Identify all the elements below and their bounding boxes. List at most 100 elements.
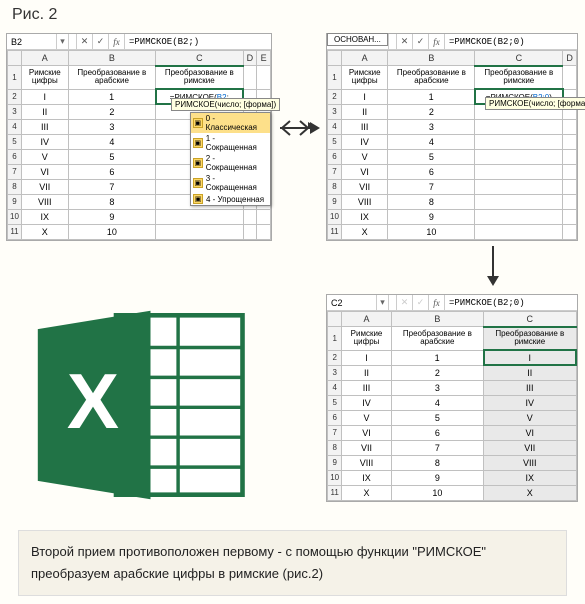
cell[interactable]: 10 xyxy=(391,485,483,500)
cell[interactable]: VII xyxy=(342,440,391,455)
cell[interactable]: VIII xyxy=(484,455,576,470)
cell[interactable]: II xyxy=(21,104,68,119)
cell[interactable]: VII xyxy=(484,440,576,455)
row-header[interactable]: 10 xyxy=(8,209,22,224)
cell[interactable]: 9 xyxy=(391,470,483,485)
cell[interactable]: IX xyxy=(342,470,391,485)
row-header[interactable]: 3 xyxy=(328,365,342,380)
col-header-c[interactable]: C xyxy=(475,51,563,66)
spreadsheet-grid-2[interactable]: A B C D 1 Римские цифры Преобразование в… xyxy=(327,50,577,240)
col-header-d[interactable]: D xyxy=(563,51,577,66)
table-header-cell[interactable]: Римские цифры xyxy=(341,66,387,90)
name-box[interactable]: B2 xyxy=(7,34,57,49)
row-header[interactable]: 10 xyxy=(328,470,342,485)
row-header[interactable]: 2 xyxy=(8,89,22,104)
name-box[interactable]: C2 xyxy=(327,295,377,310)
row-header[interactable]: 6 xyxy=(328,149,342,164)
cell[interactable]: VI xyxy=(342,425,391,440)
cell[interactable]: 8 xyxy=(391,455,483,470)
cell[interactable]: I xyxy=(342,350,391,365)
table-header-cell[interactable]: Римские цифры xyxy=(21,66,68,90)
cell[interactable]: 3 xyxy=(391,380,483,395)
cell[interactable]: 2 xyxy=(391,365,483,380)
cell[interactable]: V xyxy=(341,149,387,164)
autocomplete-item[interactable]: ▣4 - Упрощенная xyxy=(191,193,270,205)
cell[interactable]: 2 xyxy=(68,104,155,119)
formula-input[interactable]: =РИМСКОЕ(B2;0) xyxy=(445,34,577,49)
cell[interactable]: VIII xyxy=(21,194,68,209)
col-header-e[interactable]: E xyxy=(257,51,271,66)
row-header[interactable]: 2 xyxy=(328,89,342,104)
row-header[interactable]: 8 xyxy=(8,179,22,194)
cell[interactable]: 7 xyxy=(68,179,155,194)
formula-input[interactable]: =РИМСКОЕ(B2;0) xyxy=(445,295,577,310)
cell[interactable]: I xyxy=(341,89,387,104)
ribbon-tab[interactable]: ОСНОВАН... xyxy=(327,33,388,46)
row-header[interactable]: 8 xyxy=(328,440,342,455)
table-header-cell[interactable]: Римские цифры xyxy=(342,327,391,351)
row-header[interactable]: 5 xyxy=(328,134,342,149)
cell[interactable]: IV xyxy=(484,395,576,410)
row-header[interactable]: 5 xyxy=(328,395,342,410)
cell[interactable]: 5 xyxy=(68,149,155,164)
cell[interactable]: IX xyxy=(21,209,68,224)
cell[interactable]: VII xyxy=(21,179,68,194)
cell[interactable]: 4 xyxy=(391,395,483,410)
table-header-cell[interactable]: Преобразование в арабские xyxy=(388,66,475,90)
cell[interactable]: 8 xyxy=(68,194,155,209)
row-header[interactable]: 7 xyxy=(8,164,22,179)
cell[interactable]: IV xyxy=(341,134,387,149)
cell[interactable]: VI xyxy=(21,164,68,179)
accept-icon[interactable]: ✓ xyxy=(93,34,109,49)
cell[interactable]: I xyxy=(21,89,68,104)
col-header-b[interactable]: B xyxy=(68,51,155,66)
row-header[interactable]: 11 xyxy=(8,224,22,239)
row-header[interactable]: 8 xyxy=(328,179,342,194)
cell[interactable]: X xyxy=(21,224,68,239)
col-header-b[interactable]: B xyxy=(388,51,475,66)
cell[interactable]: IV xyxy=(21,134,68,149)
cell[interactable]: 4 xyxy=(68,134,155,149)
cell[interactable]: 3 xyxy=(68,119,155,134)
cell[interactable]: II xyxy=(484,365,576,380)
cell[interactable]: IX xyxy=(341,209,387,224)
row-header[interactable]: 7 xyxy=(328,164,342,179)
row-header[interactable]: 1 xyxy=(8,66,22,90)
row-header[interactable]: 1 xyxy=(328,327,342,351)
col-header-c[interactable]: C xyxy=(156,51,243,66)
cell[interactable]: VIII xyxy=(341,194,387,209)
cell[interactable]: V xyxy=(21,149,68,164)
cell[interactable]: 6 xyxy=(388,164,475,179)
autocomplete-item[interactable]: ▣1 - Сокращенная xyxy=(191,133,270,153)
row-header[interactable]: 6 xyxy=(328,410,342,425)
autocomplete-item[interactable]: ▣0 - Классическая xyxy=(191,113,270,133)
cell[interactable]: 1 xyxy=(388,89,475,104)
table-header-cell[interactable]: Преобразование в римские xyxy=(475,66,563,90)
row-header[interactable]: 7 xyxy=(328,425,342,440)
cell[interactable]: X xyxy=(484,485,576,500)
cell[interactable]: 6 xyxy=(391,425,483,440)
table-header-cell[interactable]: Преобразование в арабские xyxy=(391,327,483,351)
row-header[interactable]: 9 xyxy=(328,455,342,470)
cell[interactable]: 9 xyxy=(388,209,475,224)
cancel-icon[interactable]: ✕ xyxy=(397,295,413,310)
cell[interactable]: 9 xyxy=(68,209,155,224)
formula-input[interactable]: =РИМСКОЕ(B2;) xyxy=(125,34,271,49)
row-header[interactable]: 6 xyxy=(8,149,22,164)
cell[interactable]: 7 xyxy=(391,440,483,455)
cell[interactable]: V xyxy=(342,410,391,425)
row-header[interactable]: 4 xyxy=(8,119,22,134)
cell[interactable]: VI xyxy=(484,425,576,440)
autocomplete-dropdown[interactable]: ▣0 - Классическая ▣1 - Сокращенная ▣2 - … xyxy=(190,112,271,206)
col-header-d[interactable]: D xyxy=(243,51,257,66)
row-header[interactable]: 4 xyxy=(328,119,342,134)
fx-icon[interactable]: fx xyxy=(109,34,125,49)
cell[interactable]: I xyxy=(484,350,576,365)
cell[interactable]: 5 xyxy=(391,410,483,425)
autocomplete-item[interactable]: ▣2 - Сокращенная xyxy=(191,153,270,173)
row-header[interactable]: 3 xyxy=(8,104,22,119)
cell[interactable]: III xyxy=(341,119,387,134)
table-header-cell[interactable]: Преобразование в римские xyxy=(156,66,243,90)
row-header[interactable]: 4 xyxy=(328,380,342,395)
cell[interactable]: X xyxy=(342,485,391,500)
